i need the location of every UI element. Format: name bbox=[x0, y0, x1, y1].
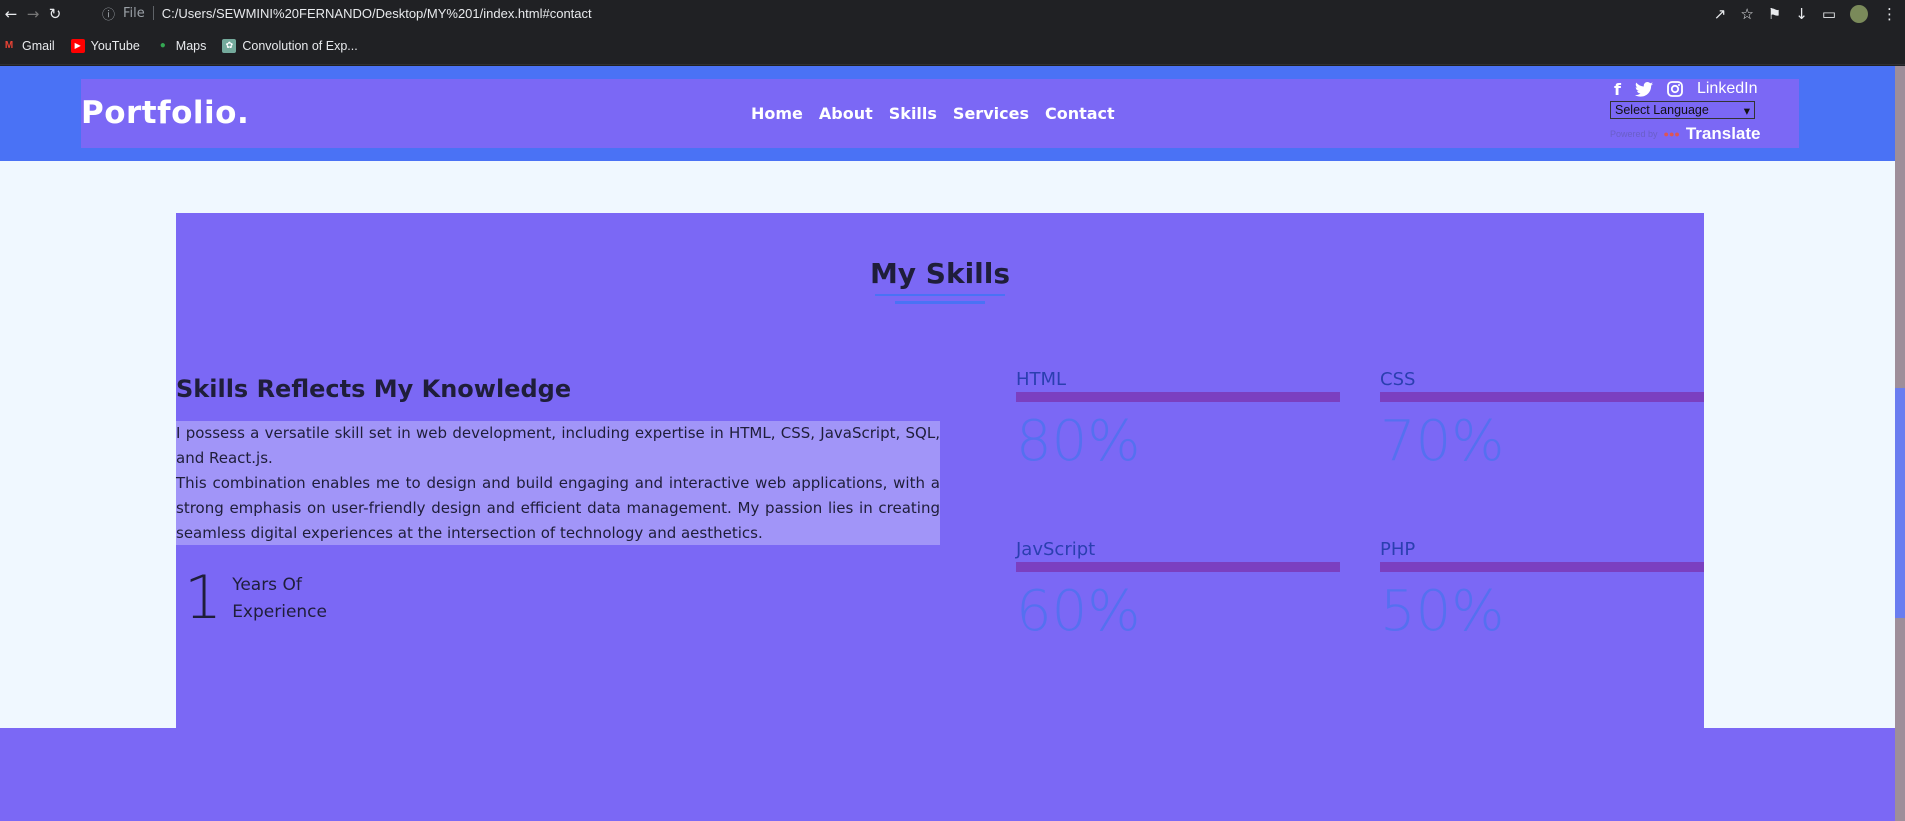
menu-icon[interactable]: ⋮ bbox=[1882, 5, 1897, 23]
star-icon[interactable]: ☆ bbox=[1740, 5, 1753, 23]
gmail-icon: M bbox=[4, 40, 14, 51]
skill-name: PHP bbox=[1380, 539, 1416, 560]
site-header: Portfolio. Home About Skills Services Co… bbox=[0, 66, 1895, 161]
skills-description: I possess a versatile skill set in web d… bbox=[176, 421, 940, 545]
skill-bar-fill bbox=[1016, 562, 1211, 572]
bookmarks-bar: M Gmail ▶ YouTube ● Maps ✿ Convolution o… bbox=[0, 27, 1905, 65]
youtube-icon: ▶ bbox=[70, 38, 85, 53]
back-icon[interactable]: ← bbox=[0, 3, 22, 25]
experience-block: 1 Years Of Experience bbox=[184, 568, 327, 628]
skill-name: CSS bbox=[1380, 369, 1416, 390]
bookmark-label: Convolution of Exp... bbox=[242, 38, 358, 53]
url-scheme: File bbox=[123, 5, 145, 21]
language-select-value: Select Language bbox=[1615, 103, 1709, 117]
address-bar[interactable]: ⓘ File C:/Users/SEWMINI%20FERNANDO/Deskt… bbox=[92, 0, 1692, 26]
years-label-line: Experience bbox=[232, 602, 327, 622]
divider bbox=[152, 6, 154, 20]
nav-services[interactable]: Services bbox=[953, 104, 1029, 123]
skill-percent: 60% bbox=[1016, 579, 1141, 644]
skill-percent: 80% bbox=[1016, 409, 1141, 474]
years-label: Years Of Experience bbox=[232, 572, 327, 626]
instagram-icon[interactable] bbox=[1667, 81, 1683, 97]
url-text[interactable]: C:/Users/SEWMINI%20FERNANDO/Desktop/MY%2… bbox=[162, 6, 592, 21]
skill-bar-fill bbox=[1380, 392, 1607, 402]
description-paragraph: This combination enables me to design an… bbox=[176, 474, 940, 542]
years-label-line: Years Of bbox=[232, 575, 302, 595]
download-icon[interactable]: ↓ bbox=[1795, 5, 1808, 23]
skill-percent: 50% bbox=[1380, 579, 1505, 644]
years-number: 1 bbox=[184, 563, 223, 633]
bookmark-youtube[interactable]: ▶ YouTube bbox=[70, 38, 140, 53]
browser-toolbar: ← → ↻ ⓘ File C:/Users/SEWMINI%20FERNANDO… bbox=[0, 0, 1905, 27]
skill-bar-fill bbox=[1016, 392, 1276, 402]
facebook-icon[interactable]: f bbox=[1614, 80, 1621, 99]
nav-about[interactable]: About bbox=[819, 104, 873, 123]
skill-php: PHP 50% bbox=[1380, 539, 1704, 642]
header-container: Portfolio. Home About Skills Services Co… bbox=[81, 79, 1799, 148]
site-logo[interactable]: Portfolio. bbox=[81, 95, 249, 131]
chatgpt-icon: ✿ bbox=[222, 38, 237, 53]
bookmark-convolution[interactable]: ✿ Convolution of Exp... bbox=[222, 38, 358, 53]
skill-bar bbox=[1016, 562, 1340, 572]
description-paragraph: I possess a versatile skill set in web d… bbox=[176, 424, 940, 467]
linkedin-link[interactable]: LinkedIn bbox=[1697, 80, 1758, 98]
skill-name: HTML bbox=[1016, 369, 1067, 390]
title-underline bbox=[875, 294, 1005, 296]
language-select[interactable]: Select Language ▾ bbox=[1610, 101, 1755, 119]
google-translate-badge: Powered by ●●● Translate bbox=[1610, 124, 1761, 144]
nav-contact[interactable]: Contact bbox=[1045, 104, 1115, 123]
reload-icon[interactable]: ↻ bbox=[44, 3, 66, 25]
bookmark-label: Maps bbox=[175, 38, 207, 53]
skill-bar bbox=[1016, 392, 1340, 402]
bookmark-label: YouTube bbox=[90, 38, 140, 53]
skill-bar bbox=[1380, 392, 1704, 402]
skill-name: JavScript bbox=[1016, 539, 1096, 560]
nav-skills[interactable]: Skills bbox=[889, 104, 937, 123]
maps-icon: ● bbox=[159, 40, 166, 51]
google-logo-icon: ●●● bbox=[1663, 129, 1680, 139]
powered-by-label: Powered by bbox=[1610, 129, 1658, 139]
title-underline-secondary bbox=[895, 301, 985, 304]
toolbar-actions: ↗ ☆ ⚑ ↓ ▭ ⋮ bbox=[1714, 0, 1905, 27]
bookmark-gmail[interactable]: M Gmail bbox=[2, 39, 55, 53]
translate-link[interactable]: Translate bbox=[1686, 124, 1761, 144]
next-section-band bbox=[0, 728, 1895, 821]
scrollbar-thumb[interactable] bbox=[1895, 388, 1905, 618]
skill-bar bbox=[1380, 562, 1704, 572]
section-title: My Skills bbox=[869, 257, 1011, 290]
forward-icon[interactable]: → bbox=[22, 3, 44, 25]
skills-section: My Skills Skills Reflects My Knowledge I… bbox=[176, 213, 1704, 729]
avatar[interactable] bbox=[1850, 4, 1868, 23]
skill-html: HTML 80% bbox=[1016, 369, 1340, 472]
skills-subtitle: Skills Reflects My Knowledge bbox=[176, 375, 572, 403]
sidepanel-icon[interactable]: ▭ bbox=[1822, 5, 1836, 23]
info-icon[interactable]: ⓘ bbox=[102, 4, 115, 23]
skill-css: CSS 70% bbox=[1380, 369, 1704, 472]
bookmark-maps[interactable]: ● Maps bbox=[156, 39, 207, 53]
main-nav: Home About Skills Services Contact bbox=[751, 104, 1115, 123]
bookmark-label: Gmail bbox=[22, 38, 55, 53]
nav-home[interactable]: Home bbox=[751, 104, 803, 123]
extensions-icon[interactable]: ⚑ bbox=[1768, 5, 1781, 23]
skill-bar-fill bbox=[1380, 562, 1542, 572]
web-page: Portfolio. Home About Skills Services Co… bbox=[0, 66, 1905, 821]
skill-javascript: JavScript 60% bbox=[1016, 539, 1340, 642]
skill-percent: 70% bbox=[1380, 409, 1505, 474]
share-icon[interactable]: ↗ bbox=[1714, 5, 1727, 23]
page-scrollbar[interactable] bbox=[1895, 66, 1905, 821]
twitter-icon[interactable] bbox=[1634, 81, 1653, 97]
social-links: f LinkedIn bbox=[1614, 79, 1757, 99]
chevron-down-icon: ▾ bbox=[1743, 103, 1750, 118]
